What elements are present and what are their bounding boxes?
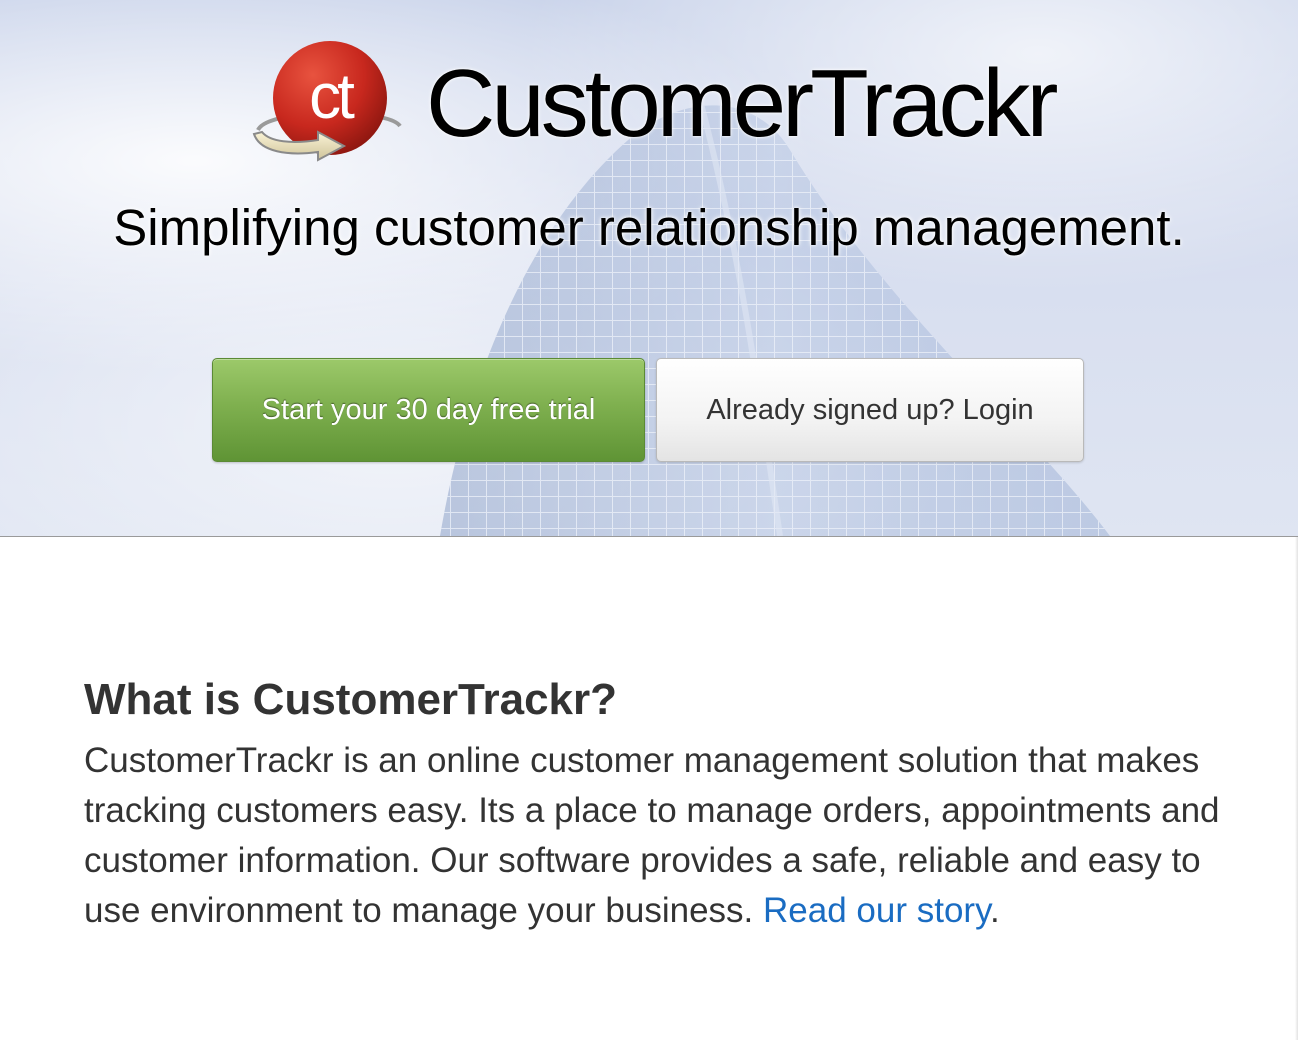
- about-section: What is CustomerTrackr? CustomerTrackr i…: [0, 537, 1298, 1040]
- brand-name: CustomerTrackr: [426, 50, 1059, 157]
- hero-section: ct CustomerTrackr Simplifying customer r…: [0, 0, 1298, 537]
- customertrackr-logo-icon: ct: [252, 41, 402, 162]
- start-free-trial-label: Start your 30 day free trial: [261, 393, 596, 426]
- read-our-story-link[interactable]: Read our story: [763, 891, 990, 930]
- about-trailing-period: .: [989, 891, 1000, 930]
- about-paragraph: CustomerTrackr is an online customer man…: [84, 736, 1224, 936]
- logo-letters: ct: [309, 60, 355, 132]
- login-button[interactable]: Already signed up? Login: [656, 358, 1084, 462]
- login-label: Already signed up? Login: [706, 393, 1034, 426]
- hero-tagline: Simplifying customer relationship manage…: [113, 199, 1185, 256]
- page: ct CustomerTrackr Simplifying customer r…: [0, 0, 1298, 1040]
- about-body-text: CustomerTrackr is an online customer man…: [84, 741, 1220, 930]
- start-free-trial-button[interactable]: Start your 30 day free trial: [212, 358, 645, 462]
- about-heading: What is CustomerTrackr?: [84, 675, 618, 724]
